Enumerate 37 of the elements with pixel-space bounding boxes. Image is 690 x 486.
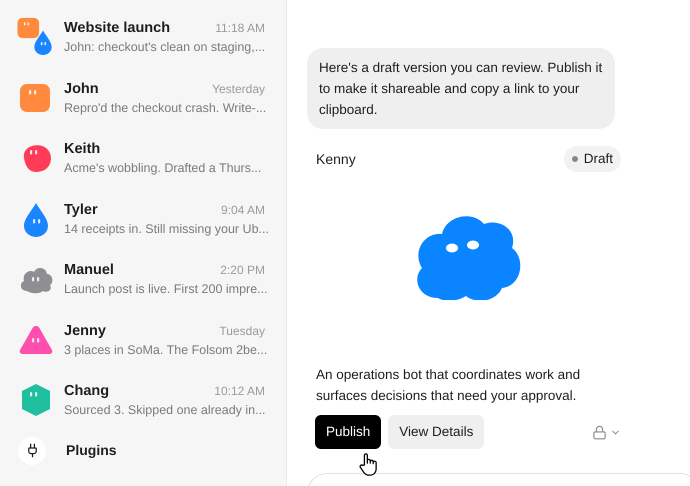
conversation-name: Keith bbox=[64, 140, 100, 160]
status-badge: Draft bbox=[564, 146, 621, 172]
conversation-time: 2:20 PM bbox=[220, 262, 265, 280]
conversation-preview: Sourced 3. Skipped one already in... bbox=[64, 402, 265, 420]
hand-cursor-icon bbox=[358, 452, 380, 478]
conversation-preview: Launch post is live. First 200 impre... bbox=[64, 281, 265, 298]
agent-name: Kenny bbox=[316, 150, 356, 169]
conversation-item[interactable]: Website launch 11:18 AM John: checkout's clean on staging,... bbox=[0, 7, 286, 68]
conversation-time: 10:12 AM bbox=[214, 383, 265, 400]
conversation-preview: Acme's wobbling. Drafted a Thurs... bbox=[64, 160, 262, 178]
conversation-time: Yesterday bbox=[212, 80, 265, 98]
conversation-item[interactable]: Manuel 2:20 PM Launch post is live. First 200 impre... bbox=[0, 249, 286, 310]
conversation-preview: Repro'd the checkout crash. Write-... bbox=[64, 100, 265, 117]
conversation-time: Tuesday bbox=[219, 322, 265, 340]
conversation-name: Jenny bbox=[64, 322, 106, 341]
plug-icon bbox=[18, 436, 46, 464]
conversation-name: Chang bbox=[64, 382, 110, 402]
privacy-dropdown[interactable] bbox=[592, 424, 621, 440]
plugins-link[interactable]: Plugins bbox=[66, 440, 117, 461]
conversation-preview: John: checkout's clean on staging,... bbox=[64, 39, 265, 56]
conversation-time: 11:18 AM bbox=[215, 20, 265, 38]
conversation-time: 9:04 AM bbox=[220, 202, 265, 219]
conversation-name: Website launch bbox=[64, 19, 170, 38]
lock-icon bbox=[592, 424, 607, 440]
publish-button[interactable]: Publish bbox=[315, 415, 382, 450]
agent-description: An operations bot that coordinates work and surfaces decisions that need your approval. bbox=[315, 366, 582, 406]
conversation-item[interactable]: Tyler 9:04 AM 14 receipts in. Still missing your Ub... bbox=[0, 188, 286, 249]
conversation-item[interactable]: John Yesterday Repro'd the checkout crash. Write-... bbox=[0, 68, 286, 128]
conversation-preview: 3 places in SoMa. The Folsom 2be... bbox=[64, 342, 265, 359]
conversation-name: Tyler bbox=[64, 200, 98, 220]
conversation-item[interactable]: Keith Acme's wobbling. Drafted a Thurs... bbox=[0, 128, 286, 188]
conversation-item[interactable]: Jenny Tuesday 3 places in SoMa. The Folsom 2be... bbox=[0, 310, 286, 370]
conversation-name: Manuel bbox=[64, 261, 114, 280]
conversation-name: John bbox=[64, 80, 99, 99]
details-button[interactable]: View Details bbox=[388, 415, 484, 450]
message-bubble: Here's a draft version you can review. Publish it to make it shareable and copy a link to your clipboard. bbox=[307, 48, 615, 129]
conversation-item[interactable]: Chang 10:12 AM Sourced 3. Skipped one already in... bbox=[0, 370, 286, 430]
